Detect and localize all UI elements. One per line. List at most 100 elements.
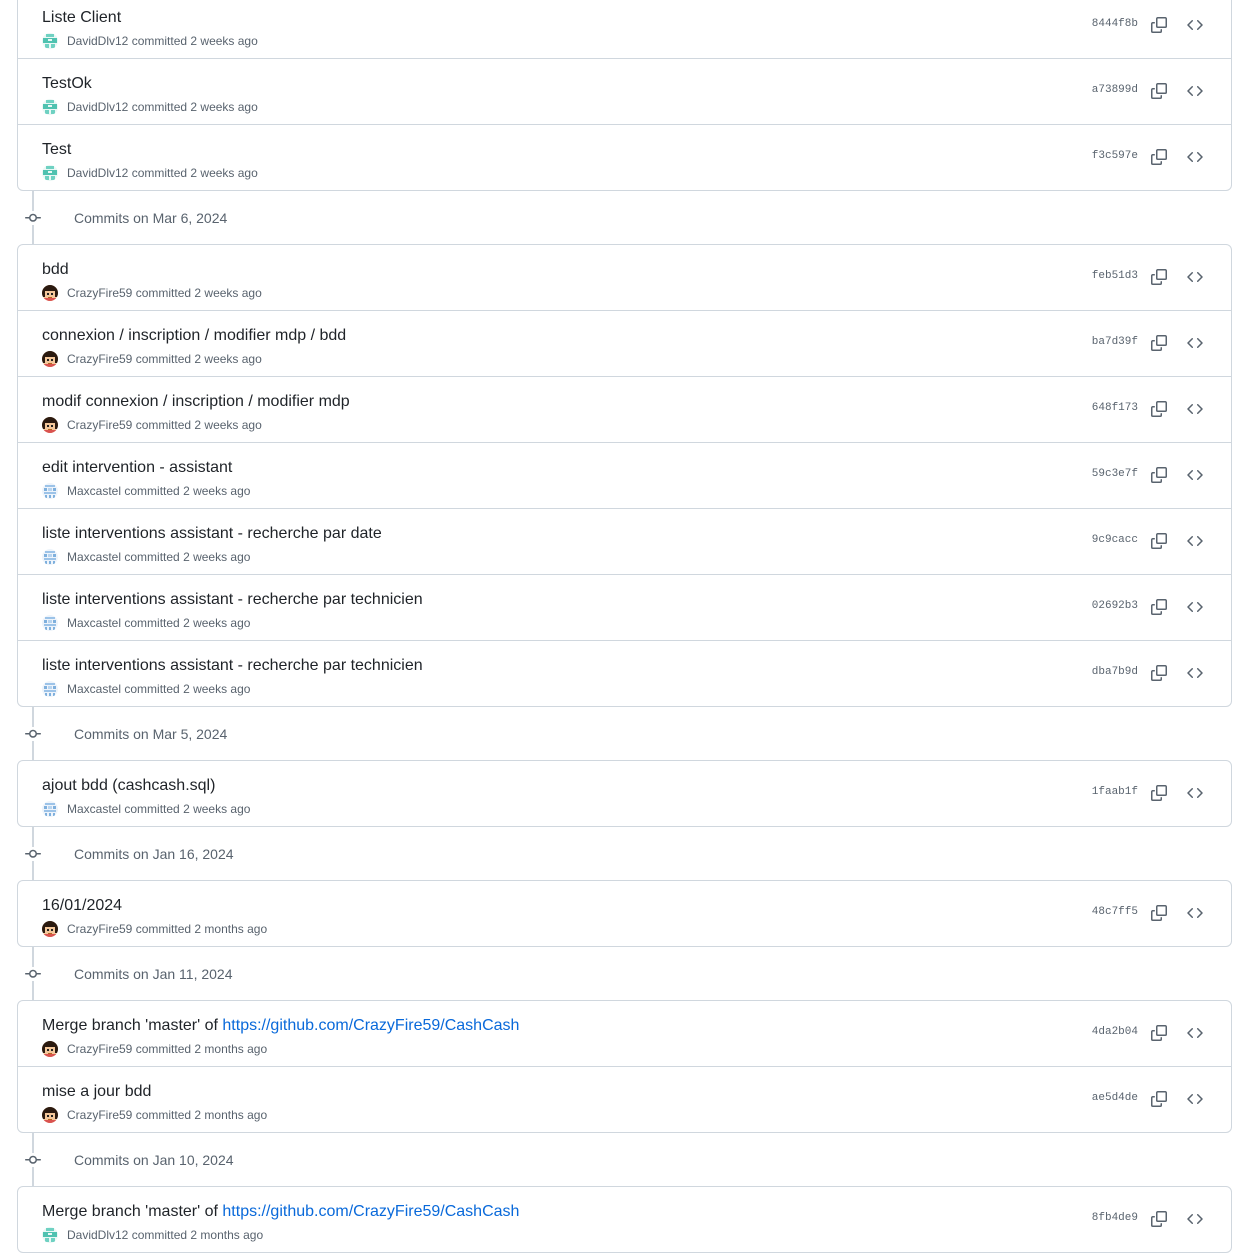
- code-icon[interactable]: [1185, 15, 1205, 35]
- avatar[interactable]: [42, 99, 58, 115]
- avatar[interactable]: [42, 483, 58, 499]
- avatar[interactable]: [42, 681, 58, 697]
- avatar[interactable]: [42, 285, 58, 301]
- copy-icon[interactable]: [1149, 147, 1169, 167]
- copy-icon[interactable]: [1149, 1023, 1169, 1043]
- commit-message-text[interactable]: 16/01/2024: [42, 897, 122, 914]
- copy-icon[interactable]: [1149, 267, 1169, 287]
- copy-icon[interactable]: [1149, 663, 1169, 683]
- commit-message[interactable]: connexion / inscription / modifier mdp /…: [42, 326, 346, 346]
- code-icon[interactable]: [1185, 597, 1205, 617]
- commit-message-text[interactable]: ajout bdd (cashcash.sql): [42, 777, 215, 794]
- commit-message-text[interactable]: bdd: [42, 261, 69, 278]
- avatar[interactable]: [42, 1227, 58, 1243]
- commit-message-text[interactable]: liste interventions assistant - recherch…: [42, 525, 382, 542]
- commit-author[interactable]: DavidDlv12: [67, 1227, 128, 1243]
- commit-message[interactable]: modif connexion / inscription / modifier…: [42, 392, 350, 412]
- commit-author[interactable]: CrazyFire59: [67, 1107, 132, 1123]
- commit-message[interactable]: 16/01/2024: [42, 896, 122, 916]
- copy-icon[interactable]: [1149, 333, 1169, 353]
- commit-author[interactable]: Maxcastel: [67, 615, 121, 631]
- code-icon[interactable]: [1185, 399, 1205, 419]
- commit-author[interactable]: CrazyFire59: [67, 351, 132, 367]
- copy-icon[interactable]: [1149, 531, 1169, 551]
- commit-sha-link[interactable]: 48c7ff5: [1092, 905, 1138, 919]
- commit-message[interactable]: mise a jour bdd: [42, 1082, 151, 1102]
- avatar[interactable]: [42, 921, 58, 937]
- copy-icon[interactable]: [1149, 15, 1169, 35]
- commit-author[interactable]: CrazyFire59: [67, 921, 132, 937]
- code-icon[interactable]: [1185, 333, 1205, 353]
- code-icon[interactable]: [1185, 267, 1205, 287]
- commit-message[interactable]: liste interventions assistant - recherch…: [42, 656, 423, 676]
- code-icon[interactable]: [1185, 1089, 1205, 1109]
- commit-sha-link[interactable]: 1faab1f: [1092, 785, 1138, 799]
- commit-message-text[interactable]: mise a jour bdd: [42, 1083, 151, 1100]
- commit-sha-link[interactable]: 59c3e7f: [1092, 467, 1138, 481]
- commit-message[interactable]: edit intervention - assistant: [42, 458, 232, 478]
- copy-icon[interactable]: [1149, 597, 1169, 617]
- avatar[interactable]: [42, 165, 58, 181]
- code-icon[interactable]: [1185, 783, 1205, 803]
- commit-author[interactable]: Maxcastel: [67, 549, 121, 565]
- commit-sha-link[interactable]: f3c597e: [1092, 149, 1138, 163]
- avatar[interactable]: [42, 1041, 58, 1057]
- code-icon[interactable]: [1185, 1023, 1205, 1043]
- commit-sha-link[interactable]: dba7b9d: [1092, 665, 1138, 679]
- commit-message[interactable]: TestOk: [42, 74, 92, 94]
- commit-author[interactable]: DavidDlv12: [67, 33, 128, 49]
- code-icon[interactable]: [1185, 903, 1205, 923]
- commit-author[interactable]: CrazyFire59: [67, 1041, 132, 1057]
- commit-message-text[interactable]: Merge branch 'master' of: [42, 1017, 222, 1034]
- code-icon[interactable]: [1185, 1209, 1205, 1229]
- code-icon[interactable]: [1185, 81, 1205, 101]
- copy-icon[interactable]: [1149, 1209, 1169, 1229]
- commit-sha-link[interactable]: 4da2b04: [1092, 1025, 1138, 1039]
- avatar[interactable]: [42, 1107, 58, 1123]
- commit-message-link[interactable]: https://github.com/CrazyFire59/CashCash: [222, 1203, 519, 1220]
- commit-message-text[interactable]: modif connexion / inscription / modifier…: [42, 393, 350, 410]
- commit-message-link[interactable]: https://github.com/CrazyFire59/CashCash: [222, 1017, 519, 1034]
- code-icon[interactable]: [1185, 531, 1205, 551]
- copy-icon[interactable]: [1149, 1089, 1169, 1109]
- commit-author[interactable]: Maxcastel: [67, 681, 121, 697]
- commit-message[interactable]: Test: [42, 140, 71, 160]
- commit-sha-link[interactable]: ae5d4de: [1092, 1091, 1138, 1105]
- avatar[interactable]: [42, 615, 58, 631]
- code-icon[interactable]: [1185, 663, 1205, 683]
- commit-message-text[interactable]: Liste Client: [42, 9, 121, 26]
- commit-author[interactable]: Maxcastel: [67, 801, 121, 817]
- commit-sha-link[interactable]: 8fb4de9: [1092, 1211, 1138, 1225]
- commit-author[interactable]: DavidDlv12: [67, 99, 128, 115]
- code-icon[interactable]: [1185, 147, 1205, 167]
- avatar[interactable]: [42, 801, 58, 817]
- commit-sha-link[interactable]: ba7d39f: [1092, 335, 1138, 349]
- commit-author[interactable]: DavidDlv12: [67, 165, 128, 181]
- avatar[interactable]: [42, 549, 58, 565]
- commit-sha-link[interactable]: 02692b3: [1092, 599, 1138, 613]
- commit-message-text[interactable]: Test: [42, 141, 71, 158]
- commit-author[interactable]: CrazyFire59: [67, 285, 132, 301]
- commit-message[interactable]: Merge branch 'master' of https://github.…: [42, 1202, 519, 1222]
- avatar[interactable]: [42, 351, 58, 367]
- copy-icon[interactable]: [1149, 903, 1169, 923]
- commit-message-text[interactable]: liste interventions assistant - recherch…: [42, 657, 423, 674]
- commit-sha-link[interactable]: a73899d: [1092, 83, 1138, 97]
- copy-icon[interactable]: [1149, 81, 1169, 101]
- commit-message-text[interactable]: TestOk: [42, 75, 92, 92]
- commit-sha-link[interactable]: feb51d3: [1092, 269, 1138, 283]
- commit-message[interactable]: bdd: [42, 260, 69, 280]
- commit-sha-link[interactable]: 648f173: [1092, 401, 1138, 415]
- commit-author[interactable]: Maxcastel: [67, 483, 121, 499]
- commit-author[interactable]: CrazyFire59: [67, 417, 132, 433]
- avatar[interactable]: [42, 417, 58, 433]
- commit-sha-link[interactable]: 9c9cacc: [1092, 533, 1138, 547]
- commit-message-text[interactable]: connexion / inscription / modifier mdp /…: [42, 327, 346, 344]
- commit-message-text[interactable]: edit intervention - assistant: [42, 459, 232, 476]
- code-icon[interactable]: [1185, 465, 1205, 485]
- commit-message[interactable]: Liste Client: [42, 8, 121, 28]
- avatar[interactable]: [42, 33, 58, 49]
- commit-message[interactable]: ajout bdd (cashcash.sql): [42, 776, 215, 796]
- commit-message[interactable]: liste interventions assistant - recherch…: [42, 524, 382, 544]
- copy-icon[interactable]: [1149, 783, 1169, 803]
